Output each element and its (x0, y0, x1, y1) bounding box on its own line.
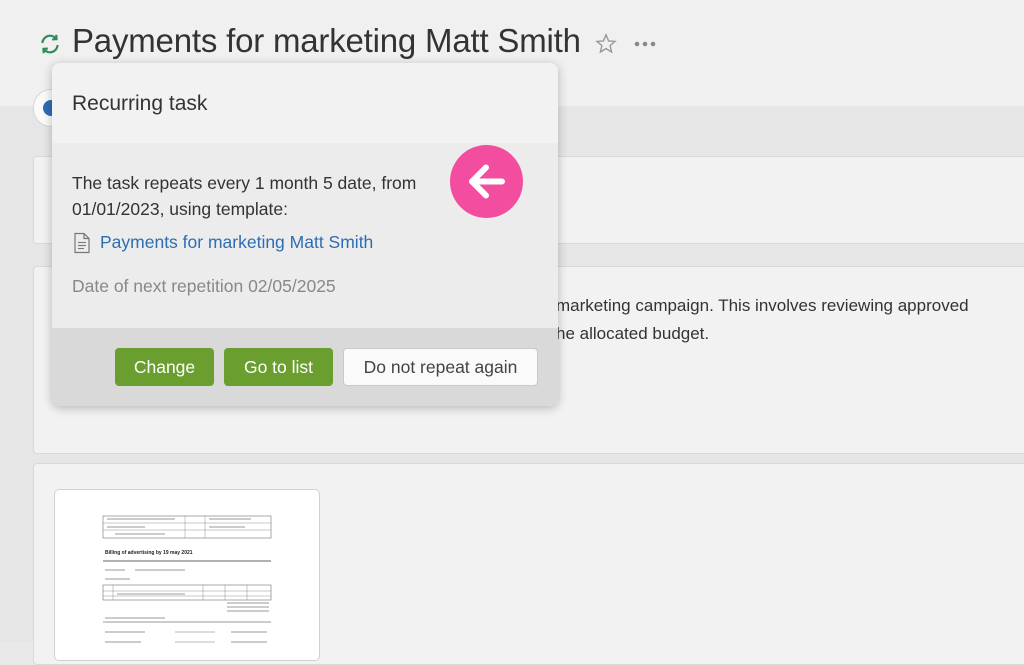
do-not-repeat-button[interactable]: Do not repeat again (343, 348, 538, 386)
document-preview (102, 515, 272, 643)
description-line: he allocated budget. (556, 324, 710, 343)
more-icon[interactable] (632, 34, 658, 54)
popover-title: Recurring task (72, 92, 208, 115)
description-line: marketing campaign. This involves review… (556, 296, 969, 315)
go-to-list-button[interactable]: Go to list (224, 348, 333, 386)
arrow-left-icon (469, 164, 505, 199)
page-title: Payments for marketing Matt Smith (72, 22, 581, 59)
recurring-task-popover: Recurring task The task repeats every 1 … (52, 63, 558, 406)
popover-header: Recurring task (52, 63, 558, 143)
recurring-icon[interactable] (37, 31, 63, 57)
change-button[interactable]: Change (115, 348, 214, 386)
template-link[interactable]: Payments for marketing Matt Smith (100, 232, 373, 253)
document-title: Billing of advertising by 19 may 2021 (105, 550, 193, 556)
task-description: marketing campaign. This involves review… (520, 296, 1020, 356)
recurrence-description: The task repeats every 1 month 5 date, f… (72, 173, 417, 219)
document-thumbnail[interactable]: Billing of advertising by 19 may 2021 (54, 489, 320, 661)
document-icon (74, 232, 90, 254)
popover-footer: Change Go to list Do not repeat again (52, 328, 558, 406)
next-repetition-date: Date of next repetition 02/05/2025 (72, 276, 336, 296)
star-icon[interactable] (594, 32, 618, 56)
annotation-arrow (450, 145, 523, 218)
